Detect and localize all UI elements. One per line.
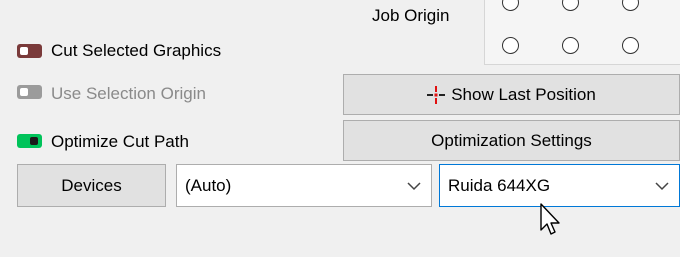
device-select[interactable]: Ruida 644XG [439, 164, 680, 207]
cut-selected-graphics-label: Cut Selected Graphics [51, 41, 222, 60]
show-last-position-button[interactable]: Show Last Position [343, 74, 680, 115]
mouse-cursor-icon [540, 203, 560, 235]
port-select-value: (Auto) [185, 175, 232, 195]
optimization-settings-label: Optimization Settings [431, 130, 592, 150]
toggle-knob [20, 88, 28, 96]
origin-radio-top-center[interactable] [562, 0, 579, 11]
devices-label: Devices [61, 175, 122, 195]
use-selection-origin-label: Use Selection Origin [51, 84, 206, 103]
show-last-position-label: Show Last Position [451, 84, 596, 104]
origin-radio-top-right[interactable] [622, 0, 639, 11]
origin-radio-mid-right[interactable] [622, 37, 639, 54]
port-select[interactable]: (Auto) [176, 164, 432, 207]
device-select-value: Ruida 644XG [448, 175, 551, 195]
optimize-cut-path-label: Optimize Cut Path [51, 132, 189, 151]
devices-button[interactable]: Devices [17, 164, 166, 207]
origin-radio-mid-center[interactable] [562, 37, 579, 54]
use-selection-origin-toggle[interactable] [17, 85, 42, 99]
optimization-settings-button[interactable]: Optimization Settings [343, 120, 680, 161]
cut-selected-graphics-toggle[interactable] [17, 44, 42, 58]
toggle-knob [20, 47, 28, 55]
chevron-down-icon [655, 181, 669, 190]
chevron-down-icon [407, 181, 421, 190]
job-origin-label: Job Origin [372, 6, 450, 25]
job-origin-grid [484, 0, 680, 65]
crosshair-icon [427, 85, 446, 104]
origin-radio-top-left[interactable] [502, 0, 519, 11]
toggle-knob [30, 137, 38, 145]
origin-radio-mid-left[interactable] [502, 37, 519, 54]
optimize-cut-path-toggle[interactable] [17, 134, 42, 148]
